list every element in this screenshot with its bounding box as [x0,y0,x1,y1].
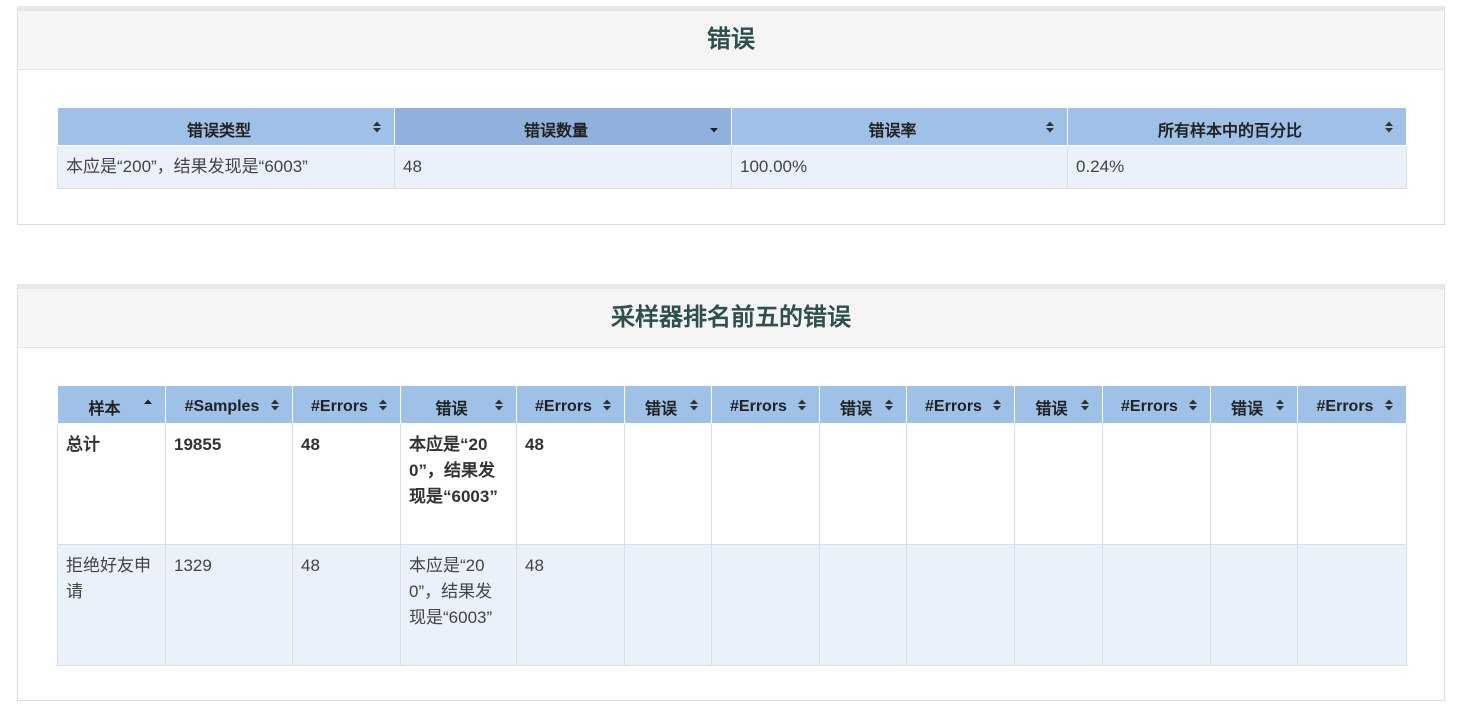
table-cell: 1329 [165,544,293,666]
sort-both-icon [689,398,699,412]
column-header-label: #Errors [1316,397,1374,415]
column-header[interactable]: 错误 [1210,385,1298,424]
errors-panel: 错误 错误类型 错误数量 错误率 所有样本中的百分比 本应是“200”，结果发现是“6… [17,6,1445,225]
sort-both-icon [1080,398,1090,412]
errors-table: 错误类型 错误数量 错误率 所有样本中的百分比 本应是“200”，结果发现是“6003… [57,107,1407,189]
column-header[interactable]: 样本 [57,385,166,424]
table-cell [1297,544,1407,666]
table-cell [711,423,820,545]
sort-both-icon [797,398,807,412]
column-header[interactable]: #Errors [906,385,1015,424]
sort-both-icon [1384,120,1394,134]
column-header[interactable]: 错误数量 [394,107,732,146]
column-header[interactable]: #Errors [1297,385,1407,424]
column-header-label: 错误 [435,400,468,418]
column-header[interactable]: #Errors [516,385,625,424]
column-header[interactable]: #Errors [292,385,401,424]
column-header-label: 错误 [1035,400,1068,418]
column-header-label: 错误率 [868,122,917,140]
sort-both-icon [1045,120,1055,134]
table-cell [624,423,712,545]
errors-panel-title: 错误 [18,11,1444,70]
table-cell: 100.00% [731,145,1068,189]
table-row: 本应是“200”，结果发现是“6003” 48 100.00% 0.24% [57,145,1407,189]
column-header-label: #Errors [730,397,787,415]
table-cell [906,544,1015,666]
column-header-label: 错误类型 [186,122,251,140]
column-header[interactable]: 错误类型 [57,107,395,146]
sort-down-icon [709,120,719,134]
column-header[interactable]: #Errors [1102,385,1211,424]
top5-errors-table: 样本 #Samples #Errors 错误 #Errors 错误 #Errors 错误 #Er… [57,385,1407,666]
column-header-label: 样本 [88,400,121,418]
column-header[interactable]: 错误 [624,385,712,424]
column-header-label: #Errors [1121,397,1178,415]
column-header-label: #Errors [925,397,982,415]
table-cell: 48 [292,423,401,545]
column-header[interactable]: 错误 [1014,385,1103,424]
sort-both-icon [494,398,504,412]
table-cell: 48 [516,544,625,666]
sort-both-icon [1384,398,1394,412]
table-cell: 48 [394,145,732,189]
table-cell: 19855 [165,423,293,545]
sort-both-icon [378,398,388,412]
column-header-label: 错误 [1230,400,1263,418]
sort-both-icon [884,398,894,412]
table-cell [819,423,907,545]
sort-both-icon [372,120,382,134]
column-header-label: 错误数量 [523,122,588,140]
column-header-label: #Samples [184,397,260,415]
column-header-label: 所有样本中的百分比 [1157,122,1302,140]
table-cell [1210,544,1298,666]
column-header[interactable]: 所有样本中的百分比 [1067,107,1407,146]
sort-both-icon [270,398,280,412]
sort-both-icon [992,398,1002,412]
top5-panel-title: 采样器排名前五的错误 [18,289,1444,348]
table-cell: 本应是“200”，结果发现是“6003” [400,544,517,666]
column-header[interactable]: #Samples [165,385,293,424]
column-header[interactable]: 错误率 [731,107,1068,146]
column-header-label: #Errors [535,397,592,415]
table-cell [1014,544,1103,666]
table-cell [711,544,820,666]
table-cell: 总计 [57,423,166,545]
table-cell [1210,423,1298,545]
sort-both-icon [602,398,612,412]
column-header-label: 错误 [644,400,677,418]
column-header-label: 错误 [839,400,872,418]
sort-both-icon [1188,398,1198,412]
table-cell [906,423,1015,545]
table-cell: 48 [292,544,401,666]
table-cell [1102,544,1211,666]
column-header[interactable]: 错误 [819,385,907,424]
sort-both-icon [1275,398,1285,412]
table-cell [819,544,907,666]
column-header-label: #Errors [311,397,368,415]
table-cell: 本应是“200”，结果发现是“6003” [57,145,395,189]
table-cell [1014,423,1103,545]
table-cell: 本应是“200”，结果发现是“6003” [400,423,517,545]
table-cell [1297,423,1407,545]
table-cell: 0.24% [1067,145,1407,189]
column-header[interactable]: #Errors [711,385,820,424]
table-row: 拒绝好友申请 1329 48 本应是“200”，结果发现是“6003” 48 [57,544,1407,666]
table-cell: 48 [516,423,625,545]
table-cell [1102,423,1211,545]
table-cell [624,544,712,666]
top5-errors-panel: 采样器排名前五的错误 样本 #Samples #Errors 错误 #Errors 错误 #… [17,284,1445,701]
sort-up-icon [143,398,153,412]
total-row: 总计 19855 48 本应是“200”，结果发现是“6003” 48 [57,423,1407,545]
table-cell: 拒绝好友申请 [57,544,166,666]
column-header[interactable]: 错误 [400,385,517,424]
